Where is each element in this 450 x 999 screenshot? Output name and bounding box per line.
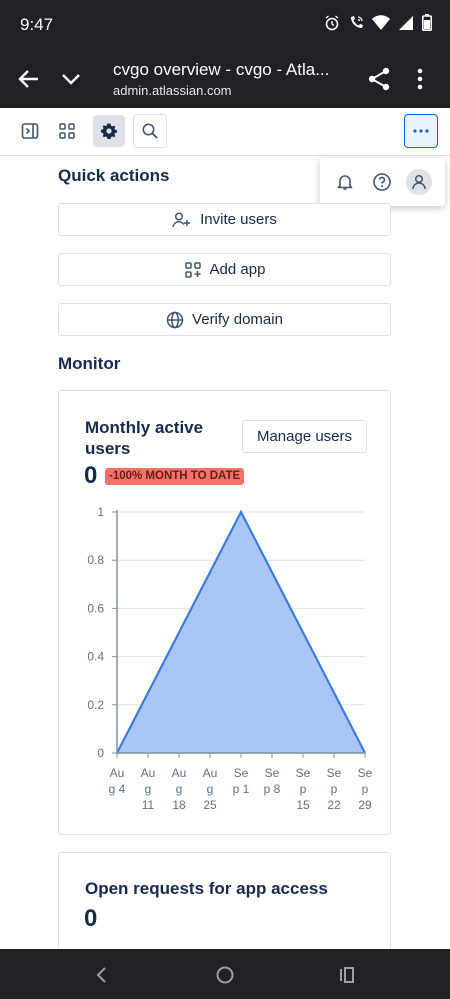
x-tick-label: g — [176, 782, 183, 796]
x-tick-label: Au — [141, 766, 156, 780]
area-fill — [117, 512, 365, 753]
y-tick-label: 0.2 — [87, 698, 104, 712]
sidebar-toggle-button[interactable] — [14, 115, 46, 147]
status-icons — [324, 14, 432, 31]
x-tick-label: Se — [296, 766, 311, 780]
y-tick-label: 0.6 — [87, 601, 104, 615]
x-tick-label: p — [300, 782, 307, 796]
status-bar: 9:47 — [0, 0, 450, 50]
more-horizontal-icon — [413, 129, 429, 133]
app-switcher-button[interactable] — [51, 115, 83, 147]
x-tick-label: 25 — [203, 798, 217, 812]
share-icon[interactable] — [366, 66, 392, 92]
x-tick-label: Se — [265, 766, 280, 780]
browser-bar: cvgo overview - cvgo - Atla... admin.atl… — [0, 50, 450, 108]
app-toolbar — [0, 108, 450, 156]
invite-users-label: Invite users — [200, 211, 277, 228]
app-add-icon — [184, 261, 201, 278]
status-time: 9:47 — [20, 15, 54, 34]
x-tick-label: Au — [172, 766, 187, 780]
x-tick-label: p 8 — [264, 782, 281, 796]
alarm-icon — [325, 14, 339, 30]
y-tick-label: 0.8 — [87, 553, 104, 567]
mau-value: 0 — [84, 462, 98, 489]
y-tick-label: 0 — [97, 746, 104, 760]
monitor-heading: Monitor — [58, 354, 121, 373]
battery-icon — [422, 14, 432, 31]
x-tick-label: 18 — [172, 798, 186, 812]
manage-users-button[interactable]: Manage users — [242, 420, 367, 453]
help-button[interactable] — [370, 170, 394, 194]
x-tick-label: 11 — [142, 798, 155, 812]
back-arrow-icon[interactable] — [16, 66, 42, 92]
wifi-icon — [372, 14, 390, 30]
quick-actions-heading: Quick actions — [58, 166, 170, 185]
mau-area-chart: 0 0.2 0.4 0.6 0.8 1 Au g 4 Au g 11 Au g 18 Au g 25 Se p 1 S… — [87, 505, 373, 812]
y-tick-label: 1 — [97, 505, 104, 519]
account-avatar[interactable] — [406, 169, 432, 195]
sidebar-icon — [21, 123, 39, 139]
more-vertical-icon[interactable] — [410, 66, 430, 92]
search-icon — [142, 123, 158, 139]
x-tick-label: p — [362, 782, 369, 796]
x-tick-label: p 1 — [233, 782, 250, 796]
x-tick-label: 15 — [296, 798, 310, 812]
nav-back-icon[interactable] — [90, 963, 114, 987]
add-app-button[interactable]: Add app — [58, 253, 391, 286]
browser-page-title: cvgo overview - cvgo - Atla... — [113, 60, 330, 79]
status-badge: -100% MONTH TO DATE — [105, 468, 245, 485]
browser-url: admin.atlassian.com — [113, 83, 232, 98]
gear-icon — [100, 123, 118, 139]
nav-home-icon[interactable] — [213, 963, 237, 987]
monthly-active-users-card: Monthly active users Manage users 0 -100… — [58, 390, 391, 835]
x-tick-label: Au — [203, 766, 218, 780]
chevron-down-icon[interactable] — [58, 66, 84, 92]
add-app-label: Add app — [209, 261, 266, 278]
y-tick-label: 0.4 — [87, 650, 104, 664]
x-tick-label: Au — [110, 766, 125, 780]
x-tick-label: Se — [327, 766, 342, 780]
invite-users-button[interactable]: Invite users — [58, 203, 391, 236]
wifi-call-icon — [351, 15, 363, 28]
x-tick-label: g 4 — [109, 782, 126, 796]
x-tick-label: Se — [234, 766, 249, 780]
app-grid-icon — [59, 123, 75, 139]
verify-domain-label: Verify domain — [192, 311, 283, 328]
more-options-popup — [320, 158, 445, 206]
notifications-button[interactable] — [333, 170, 357, 194]
nav-recents-icon[interactable] — [335, 963, 359, 987]
mau-card-title: Monthly active users — [85, 418, 204, 458]
verify-domain-button[interactable]: Verify domain — [58, 303, 391, 336]
x-tick-label: p — [331, 782, 338, 796]
requests-value: 0 — [84, 905, 98, 932]
globe-icon — [166, 311, 184, 328]
person-add-icon — [172, 211, 191, 227]
x-tick-label: g — [145, 782, 152, 796]
signal-icon — [399, 15, 413, 30]
x-tick-label: 22 — [327, 798, 341, 812]
settings-button[interactable] — [93, 115, 125, 147]
x-tick-label: Se — [358, 766, 373, 780]
search-button[interactable] — [133, 114, 167, 148]
help-icon — [373, 173, 391, 191]
more-options-button[interactable] — [404, 114, 438, 148]
system-nav-bar — [0, 949, 450, 999]
requests-card-title: Open requests for app access — [85, 879, 328, 898]
user-icon — [412, 174, 426, 190]
x-tick-label: 29 — [358, 798, 372, 812]
x-tick-label: g — [207, 782, 214, 796]
bell-icon — [337, 175, 353, 190]
